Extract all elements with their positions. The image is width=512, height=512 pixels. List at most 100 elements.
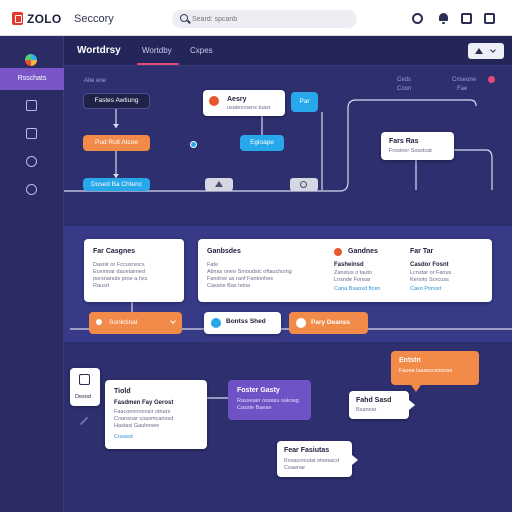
card-subtitle: Casdor Fosnt [410, 262, 449, 268]
document-icon [79, 374, 90, 385]
card-link[interactable]: Cosasd [114, 434, 133, 440]
upload-icon [475, 48, 483, 54]
flow-node-small[interactable]: Par [291, 92, 318, 112]
card-label: Desod [75, 394, 91, 400]
search-bar[interactable] [172, 10, 357, 28]
card-left-button[interactable]: Sonlctinal [89, 312, 182, 334]
card-line: Kosaconiutai otsesacd [284, 458, 340, 464]
card-line: Coaenar [284, 465, 306, 471]
node-title: Fars Ras [389, 138, 419, 145]
card-line: Rasseaer ossasu sakoag [237, 398, 299, 404]
card-subtitle: Fasdmen Fay Gerost [114, 400, 174, 406]
flow-node-action[interactable]: Pud Rolt Atcoe [83, 135, 150, 151]
side-card[interactable]: Desod [70, 368, 100, 406]
lane-label: Cnseone [452, 77, 477, 83]
drag-handle[interactable] [205, 178, 233, 191]
chat-icon[interactable] [26, 156, 37, 167]
card-title: Far Tar [410, 248, 434, 255]
node-title: Aesry [227, 96, 247, 103]
status-dot [488, 76, 495, 83]
book-icon[interactable] [26, 128, 37, 139]
bell-icon[interactable] [438, 13, 449, 24]
card-line: Hastasi Gauhesee [114, 423, 160, 429]
document-icon[interactable] [26, 100, 37, 111]
callout-line: Fauea laaasscessnas [399, 368, 453, 374]
drag-handle[interactable] [290, 178, 318, 191]
card-title: Fahd Sasd [356, 397, 392, 404]
clock-icon[interactable] [412, 13, 423, 24]
card-line: Coansnar coasmcanosd [114, 416, 174, 422]
callout-pointer [352, 455, 358, 465]
chip-label: Bontss Shed [226, 318, 266, 325]
tab-copies[interactable]: Cxpes [190, 46, 213, 55]
small-card[interactable]: Fahd Sasd Bsanear [349, 391, 415, 419]
card-title: Tiold [114, 388, 131, 395]
chevron-down-icon [170, 318, 176, 324]
app-logo-icon [12, 12, 23, 25]
card-line: Zanstus o tauto [334, 270, 372, 276]
search-input[interactable] [192, 13, 342, 25]
callout-pointer [411, 385, 421, 392]
bottom-card[interactable]: Fear Fasiutas Kosaconiutai otsesacd Coae… [277, 441, 358, 477]
card-line: porsnanuts proe a,hxs [93, 276, 148, 282]
flow-node-entry[interactable]: Aesry usatercoenx tuasr [203, 90, 285, 116]
card-line: Atinas oneo Smoudsic oftauchuing [207, 269, 292, 275]
top-nav-item[interactable]: Seccory [74, 13, 114, 25]
status-icon [334, 248, 342, 256]
chevron-down-icon [490, 47, 496, 53]
card-line: Bsanear [356, 407, 377, 413]
settings-icon[interactable] [26, 184, 37, 195]
circle-icon [300, 181, 307, 188]
card-line: Kenoto Sorcuss [410, 277, 449, 283]
card-line: Casste Baeae [237, 405, 272, 411]
connector-dot[interactable] [190, 141, 197, 148]
card-title: Ganbsdes [207, 248, 241, 255]
flow-node-result[interactable]: Fars Ras Frosiner Sosstcat [381, 132, 454, 160]
purple-card[interactable]: Foster Gasty Rasseaer ossasu sakoag Cass… [228, 380, 311, 420]
image-icon[interactable] [461, 13, 472, 24]
card-line: Fafe [207, 262, 219, 268]
callout-pointer [409, 400, 415, 410]
card-line: Faaconnnnonsir otnars [114, 409, 171, 415]
drop-icon [211, 318, 221, 328]
sidebar: Rsschats [0, 36, 64, 512]
tool-card[interactable]: Tiold Fasdmen Fay Gerost Faaconnnnonsir … [105, 380, 207, 449]
arrow-up-icon [215, 181, 223, 187]
lane-label: Coon [397, 86, 412, 92]
card-link[interactable]: Caso Ponsst [410, 286, 441, 292]
card-title: Gandnes [348, 248, 378, 255]
bullet-icon [96, 319, 102, 325]
card-title: Fear Fasiutas [284, 447, 330, 454]
workspace-header: Wortdrsy Wortdby Cxpes [64, 36, 512, 66]
card-link[interactable]: Cana Bsaosd ftcen [334, 286, 380, 292]
share-dropdown-button[interactable] [468, 43, 504, 59]
circle-icon [296, 318, 306, 328]
flow-node-check[interactable]: Dosed Ba Chtenc [83, 178, 150, 191]
card-line: Rausd [93, 283, 109, 289]
workspace-logo-icon[interactable] [25, 54, 37, 66]
card-subtitle: Fasheinsd [334, 262, 364, 268]
card-line: Dasnir or Fccusrvocs [93, 262, 145, 268]
card-middle[interactable]: Ganbsdes Fafe Atinas oneo Smoudsic oftau… [198, 239, 492, 302]
lane-label: Ceds [397, 77, 412, 83]
orange-callout[interactable]: Entstn Fauea laaasscessnas [391, 351, 479, 392]
card-line: Lnsnde Fonsar [334, 277, 371, 283]
brand-name: ZOLO [27, 12, 62, 26]
card-left[interactable]: Far Casgnes Dasnir or Fccusrvocs Ecemnar… [84, 239, 184, 302]
tab-workflow[interactable]: Wortdby [142, 46, 172, 55]
flow-node-branch[interactable]: Egloape [240, 135, 284, 151]
chip-node[interactable]: Bontss Shed [204, 312, 281, 334]
flow-node-start[interactable]: Fastes Awtiung [83, 93, 150, 109]
active-tab-indicator [137, 63, 179, 65]
card-line: Cassne Bas teioa [207, 283, 251, 289]
callout-title: Entstn [399, 357, 421, 364]
card-line: Fandrse as ranf Fantonhes [207, 276, 274, 282]
chip-node[interactable]: Pary Deanss [289, 312, 368, 334]
message-icon[interactable] [484, 13, 495, 24]
sidebar-item-active[interactable]: Rsschats [0, 68, 64, 90]
chip-label: Pary Deanss [311, 319, 351, 326]
card-line: Lcnstar or Fanus [410, 270, 452, 276]
node-subtitle: Frosiner Sosstcat [389, 148, 432, 154]
page-title: Wortdrsy [77, 45, 121, 56]
card-line: Ecemnar dacetaimed [93, 269, 145, 275]
